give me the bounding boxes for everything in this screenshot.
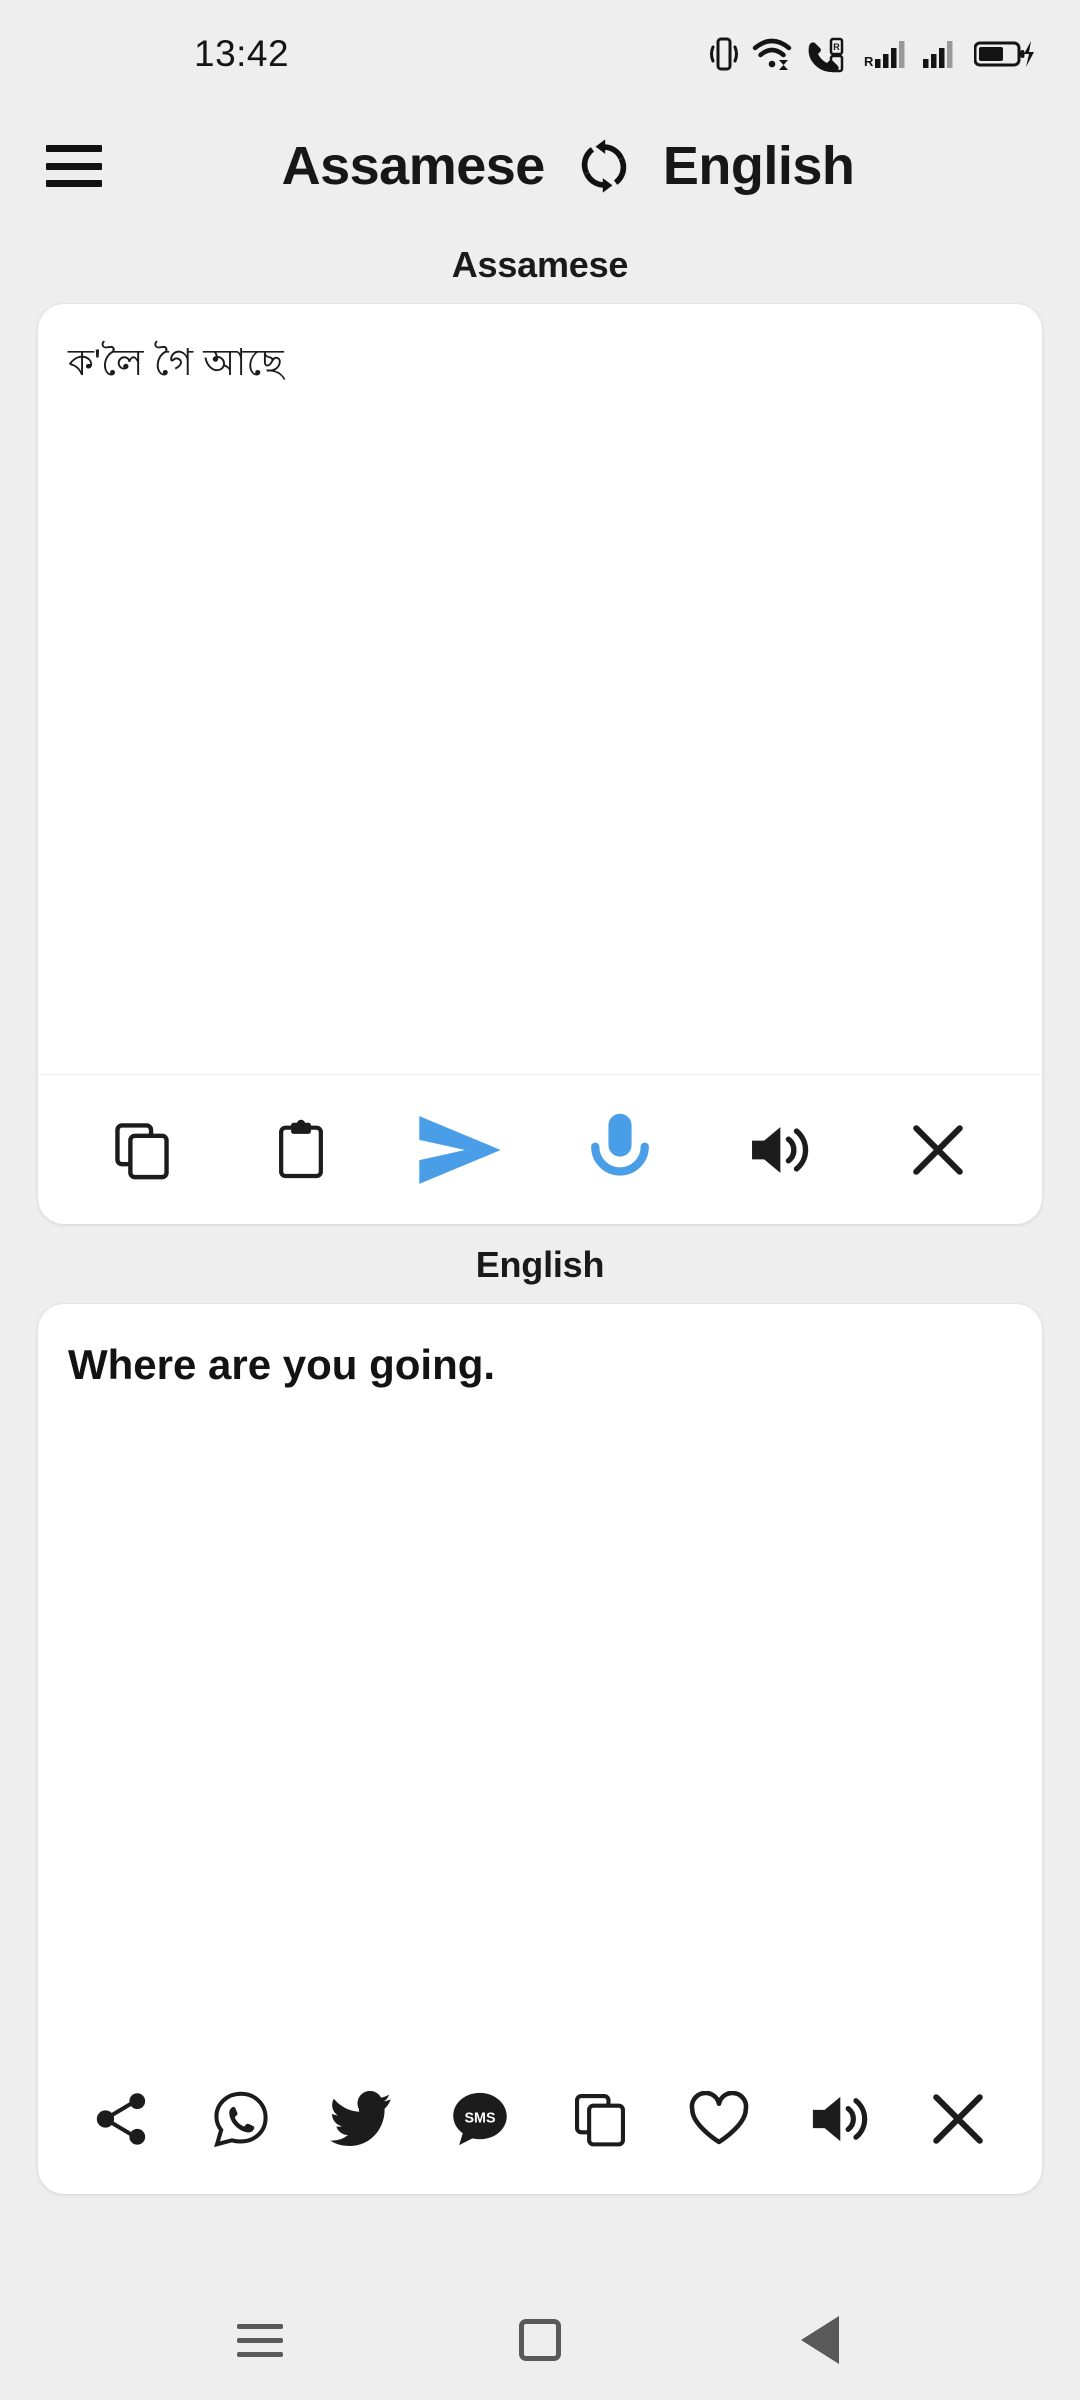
target-card: Where are you going. SMS bbox=[38, 1304, 1042, 2194]
source-card: ক'লৈ গৈ আছে bbox=[38, 304, 1042, 1224]
source-text[interactable]: ক'লৈ গৈ আছে bbox=[68, 338, 1012, 388]
microphone-icon bbox=[587, 1110, 653, 1190]
source-toolbar bbox=[38, 1074, 1042, 1224]
status-bar: 13:42 R R bbox=[0, 0, 1080, 108]
source-text-area[interactable]: ক'লৈ গৈ আছে bbox=[38, 304, 1042, 1074]
target-text: Where are you going. bbox=[68, 1341, 496, 1388]
app-header: Assamese English bbox=[0, 108, 1080, 224]
heart-icon bbox=[688, 2091, 750, 2147]
twitter-button[interactable] bbox=[326, 2084, 396, 2154]
share-icon bbox=[94, 2091, 150, 2147]
back-icon[interactable] bbox=[775, 2295, 865, 2385]
twitter-icon bbox=[329, 2091, 392, 2147]
copy-icon bbox=[571, 2090, 629, 2148]
whatsapp-button[interactable] bbox=[206, 2084, 276, 2154]
source-language-label[interactable]: Assamese bbox=[282, 139, 546, 193]
sms-button[interactable]: SMS bbox=[445, 2084, 515, 2154]
svg-text:SMS: SMS bbox=[465, 2110, 496, 2126]
signal-roaming-icon: R bbox=[860, 36, 908, 72]
copy-icon bbox=[111, 1119, 173, 1181]
source-copy-button[interactable] bbox=[99, 1107, 185, 1193]
home-icon[interactable] bbox=[495, 2295, 585, 2385]
call-data-icon: R bbox=[805, 35, 847, 73]
whatsapp-icon bbox=[212, 2090, 270, 2148]
swap-languages-icon[interactable] bbox=[575, 137, 633, 195]
signal-bars-icon bbox=[921, 36, 961, 72]
svg-text:R: R bbox=[833, 42, 840, 52]
recents-icon[interactable] bbox=[215, 2295, 305, 2385]
favorite-button[interactable] bbox=[684, 2084, 754, 2154]
target-clear-button[interactable] bbox=[923, 2084, 993, 2154]
speaker-icon bbox=[748, 1121, 810, 1179]
hamburger-menu-icon[interactable] bbox=[46, 145, 102, 187]
vibrate-icon bbox=[709, 35, 739, 73]
phone-screen: 13:42 R R Assamese English Assamese ক'লৈ… bbox=[0, 0, 1080, 2400]
battery-charging-icon bbox=[974, 37, 1036, 71]
source-speak-button[interactable] bbox=[736, 1107, 822, 1193]
sms-icon: SMS bbox=[450, 2089, 510, 2149]
source-panel-label: Assamese bbox=[451, 244, 629, 285]
speaker-icon bbox=[809, 2091, 869, 2147]
status-clock: 13:42 bbox=[194, 33, 290, 74]
bottom-spacer bbox=[0, 2194, 1080, 2280]
system-nav-bar bbox=[0, 2280, 1080, 2400]
target-panel-label: English bbox=[475, 1244, 605, 1285]
clipboard-icon bbox=[271, 1119, 331, 1181]
target-text-area[interactable]: Where are you going. bbox=[38, 1304, 1042, 2044]
wifi-icon bbox=[752, 36, 792, 72]
target-toolbar: SMS bbox=[38, 2044, 1042, 2194]
send-icon bbox=[414, 1111, 506, 1189]
svg-text:R: R bbox=[864, 54, 874, 69]
close-icon bbox=[929, 2090, 987, 2148]
translate-button[interactable] bbox=[417, 1107, 503, 1193]
target-speak-button[interactable] bbox=[804, 2084, 874, 2154]
close-icon bbox=[909, 1121, 967, 1179]
source-clear-button[interactable] bbox=[895, 1107, 981, 1193]
target-copy-button[interactable] bbox=[565, 2084, 635, 2154]
status-icons: R R bbox=[709, 35, 1036, 73]
source-paste-button[interactable] bbox=[258, 1107, 344, 1193]
share-button[interactable] bbox=[87, 2084, 157, 2154]
microphone-button[interactable] bbox=[577, 1107, 663, 1193]
target-language-label[interactable]: English bbox=[663, 139, 855, 193]
language-selector: Assamese English bbox=[102, 137, 1034, 195]
